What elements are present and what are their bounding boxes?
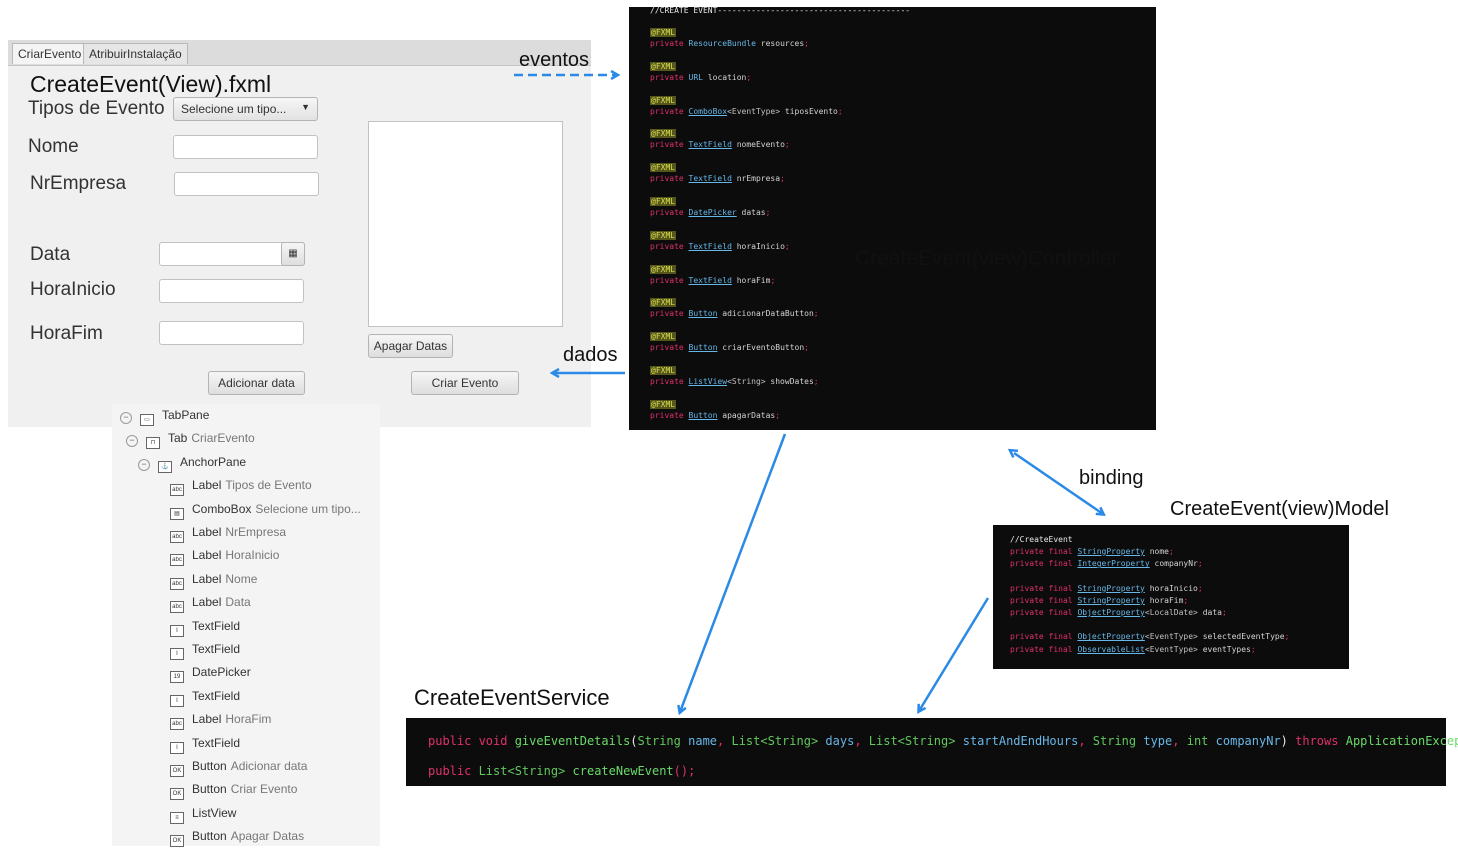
label-eventos: eventos xyxy=(519,49,590,71)
label-model: CreateEvent(view)Model xyxy=(1170,498,1389,520)
controller-to-service-arrow xyxy=(680,433,787,712)
label-binding: binding xyxy=(1079,467,1144,489)
label-service: CreateEventService xyxy=(414,685,610,710)
diagram-arrows xyxy=(514,0,1458,846)
model-to-service-arrow xyxy=(919,597,990,711)
label-dados: dados xyxy=(563,344,618,366)
label-controller: CreateEvent(view)Controller xyxy=(855,247,1119,270)
